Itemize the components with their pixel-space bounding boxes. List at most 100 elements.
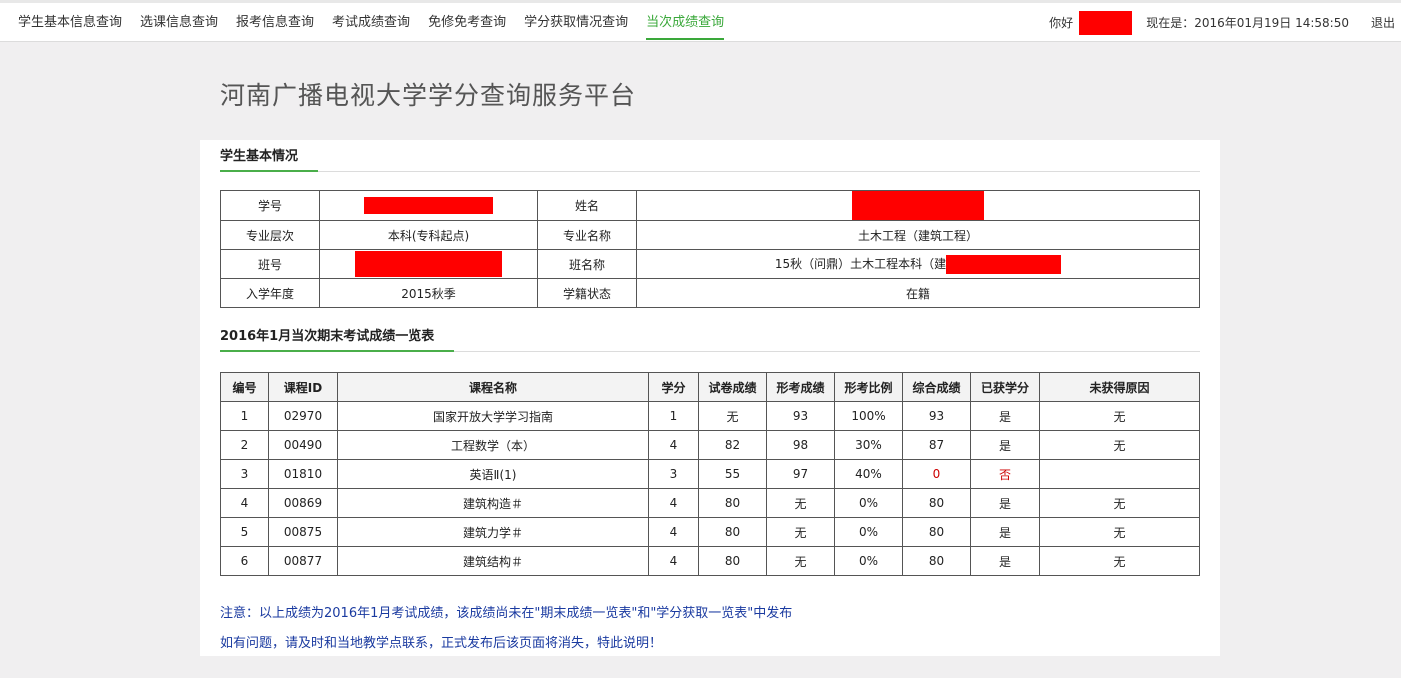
redacted-class-id	[355, 251, 502, 277]
value-status: 在籍	[636, 278, 1200, 308]
redacted-username	[1079, 10, 1133, 35]
class-name-text: 15秋（问鼎）土木工程本科（建	[774, 256, 947, 271]
cell-credit-earned: 是	[970, 517, 1040, 547]
nav-item-credits[interactable]: 学分获取情况查询	[524, 14, 628, 40]
table-row: 3 01810 英语Ⅱ(1) 3 55 97 40% 0 否	[220, 459, 1200, 489]
col-header-formative-score: 形考成绩	[766, 372, 835, 402]
value-student-id	[319, 190, 538, 221]
nav-item-student-info[interactable]: 学生基本信息查询	[18, 14, 122, 40]
cell-formative-score: 97	[766, 459, 835, 489]
cell-credit: 4	[648, 546, 699, 576]
cell-course-name: 英语Ⅱ(1)	[337, 459, 649, 489]
value-class-id	[319, 249, 538, 279]
cell-paper-score: 80	[698, 488, 767, 518]
top-border	[0, 0, 1401, 3]
cell-formative-ratio: 0%	[834, 488, 903, 518]
cell-credit: 4	[648, 430, 699, 460]
value-class-name: 15秋（问鼎）土木工程本科（建	[636, 249, 1200, 279]
cell-paper-score: 82	[698, 430, 767, 460]
redacted-class-name-rest	[946, 254, 1062, 274]
table-row: 班号 班名称 15秋（问鼎）土木工程本科（建	[220, 249, 1200, 279]
nav-item-exam-scores[interactable]: 考试成绩查询	[332, 14, 410, 40]
cell-credit: 4	[648, 517, 699, 547]
table-row: 1 02970 国家开放大学学习指南 1 无 93 100% 93 是 无	[220, 401, 1200, 431]
cell-no: 3	[220, 459, 269, 489]
cell-no: 1	[220, 401, 269, 431]
notice-line-2: 如有问题，请及时和当地教学点联系，正式发布后该页面将消失，特此说明！	[220, 636, 663, 651]
cell-credit-earned: 否	[970, 459, 1040, 489]
table-row: 5 00875 建筑力学＃ 4 80 无 0% 80 是 无	[220, 517, 1200, 547]
cell-course-name: 建筑构造＃	[337, 488, 649, 518]
cell-reason: 无	[1039, 517, 1200, 547]
page-title: 河南广播电视大学学分查询服务平台	[220, 81, 637, 110]
student-section-title: 学生基本情况	[220, 146, 319, 172]
logout-link[interactable]: 退出	[1371, 14, 1395, 31]
label-enroll-year: 入学年度	[220, 278, 320, 308]
top-navigation-bar: 学生基本信息查询 选课信息查询 报考信息查询 考试成绩查询 免修免考查询 学分获…	[0, 0, 1401, 42]
nav-item-course-selection[interactable]: 选课信息查询	[140, 14, 218, 40]
cell-course-name: 工程数学（本）	[337, 430, 649, 460]
col-header-reason: 未获得原因	[1039, 372, 1200, 402]
cell-credit-earned: 是	[970, 546, 1040, 576]
nav-item-exam-registration[interactable]: 报考信息查询	[236, 14, 314, 40]
table-row: 学号 姓名	[220, 190, 1200, 221]
cell-credit-earned: 是	[970, 488, 1040, 518]
cell-no: 6	[220, 546, 269, 576]
table-row: 2 00490 工程数学（本） 4 82 98 30% 87 是 无	[220, 430, 1200, 460]
label-class-id: 班号	[220, 249, 320, 279]
cell-formative-ratio: 0%	[834, 517, 903, 547]
cell-course-name: 建筑力学＃	[337, 517, 649, 547]
cell-reason: 无	[1039, 401, 1200, 431]
cell-total-score: 0	[902, 459, 971, 489]
nav-item-current-scores[interactable]: 当次成绩查询	[646, 14, 725, 40]
cell-formative-score: 93	[766, 401, 835, 431]
student-info-table: 学号 姓名 专业层次 本科(专科起点) 专业名称 土木工程（建筑工程） 班号 班…	[220, 190, 1200, 308]
label-class-name: 班名称	[537, 249, 637, 279]
value-name	[636, 190, 1200, 221]
cell-course-id: 00869	[268, 488, 338, 518]
cell-course-name: 建筑结构＃	[337, 546, 649, 576]
grades-table: 编号 课程ID 课程名称 学分 试卷成绩 形考成绩 形考比例 综合成绩 已获学分…	[220, 372, 1200, 576]
cell-paper-score: 55	[698, 459, 767, 489]
cell-credit: 1	[648, 401, 699, 431]
cell-no: 5	[220, 517, 269, 547]
cell-reason	[1039, 459, 1200, 489]
student-section-header: 学生基本情况	[220, 146, 1200, 172]
table-row: 入学年度 2015秋季 学籍状态 在籍	[220, 278, 1200, 308]
cell-credit-earned: 是	[970, 430, 1040, 460]
table-header-row: 编号 课程ID 课程名称 学分 试卷成绩 形考成绩 形考比例 综合成绩 已获学分…	[220, 372, 1200, 402]
col-header-credit-earned: 已获学分	[970, 372, 1040, 402]
cell-reason: 无	[1039, 546, 1200, 576]
value-level: 本科(专科起点)	[319, 220, 538, 250]
cell-reason: 无	[1039, 488, 1200, 518]
cell-no: 4	[220, 488, 269, 518]
cell-paper-score: 80	[698, 546, 767, 576]
cell-formative-score: 无	[766, 488, 835, 518]
cell-formative-ratio: 100%	[834, 401, 903, 431]
user-area: 你好 现在是：2016年01月19日 14:58:50 退出	[1049, 10, 1401, 35]
cell-total-score: 80	[902, 517, 971, 547]
label-name: 姓名	[537, 190, 637, 221]
cell-total-score: 93	[902, 401, 971, 431]
col-header-total-score: 综合成绩	[902, 372, 971, 402]
redacted-name	[852, 191, 984, 220]
col-header-formative-ratio: 形考比例	[834, 372, 903, 402]
cell-formative-score: 无	[766, 517, 835, 547]
nav-item-exemptions[interactable]: 免修免考查询	[428, 14, 506, 40]
cell-formative-ratio: 40%	[834, 459, 903, 489]
main-nav: 学生基本信息查询 选课信息查询 报考信息查询 考试成绩查询 免修免考查询 学分获…	[18, 14, 742, 40]
cell-credit: 3	[648, 459, 699, 489]
notice-line-1: 注意：以上成绩为2016年1月考试成绩，该成绩尚未在"期末成绩一览表"和"学分获…	[220, 606, 793, 621]
greeting-text: 你好	[1049, 16, 1074, 30]
table-row: 专业层次 本科(专科起点) 专业名称 土木工程（建筑工程）	[220, 220, 1200, 250]
cell-course-id: 00875	[268, 517, 338, 547]
cell-formative-score: 98	[766, 430, 835, 460]
col-header-credit: 学分	[648, 372, 699, 402]
cell-course-id: 02970	[268, 401, 338, 431]
col-header-course-id: 课程ID	[268, 372, 338, 402]
cell-course-id: 01810	[268, 459, 338, 489]
table-row: 4 00869 建筑构造＃ 4 80 无 0% 80 是 无	[220, 488, 1200, 518]
cell-course-id: 00490	[268, 430, 338, 460]
cell-credit-earned: 是	[970, 401, 1040, 431]
col-header-paper-score: 试卷成绩	[698, 372, 767, 402]
